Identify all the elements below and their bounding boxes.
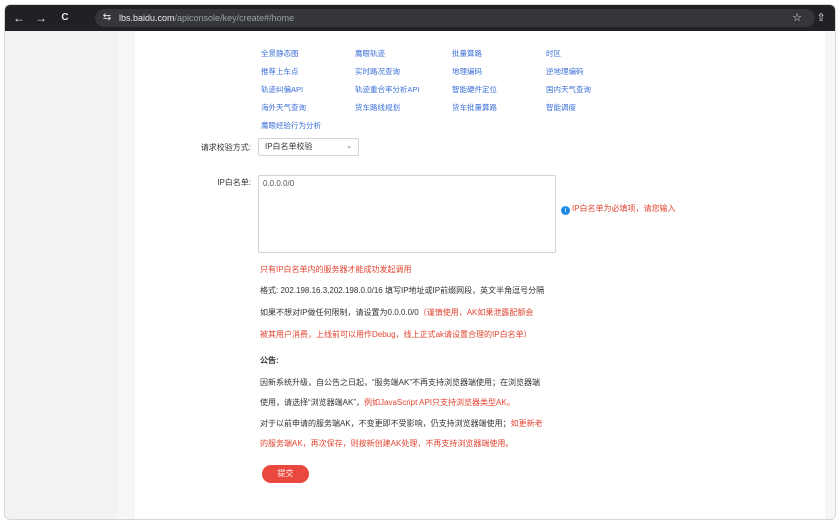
service-link[interactable]: 智能调度 — [546, 102, 576, 113]
site-settings-icon[interactable]: ⇆ — [99, 9, 115, 27]
service-link[interactable]: 逆地理编码 — [546, 66, 584, 77]
service-link[interactable]: 鹰眼经验行为分析 — [261, 120, 321, 131]
notice-line-4: 的服务端AK，再次保存，则按新创建AK处理，不再支持浏览器端使用。 — [260, 439, 514, 448]
forward-arrow-icon[interactable]: → — [33, 10, 49, 26]
service-link[interactable]: 轨迹纠偏API — [261, 84, 303, 95]
notice-line-1: 因新系统升级，自公告之日起，“服务端AK”不再支持浏览器端使用；在浏览器端 — [260, 378, 540, 387]
service-link[interactable]: 轨迹重合率分析API — [355, 84, 420, 95]
no-restrict-warning-cont: 被其用户消费，上线前可以用作Debug，线上正式ak请设置合理的IP白名单） — [260, 330, 532, 339]
verify-method-label: 请求校验方式: — [200, 143, 251, 152]
back-arrow-icon[interactable]: ← — [11, 10, 27, 26]
browser-toolbar: ← → C ⇆ lbs.baidu.com/apiconsole/key/cre… — [5, 5, 835, 31]
service-link[interactable]: 鹰眼轨迹 — [355, 48, 385, 59]
notice-line-2-a: 使用，请选择“浏览器端AK”， — [260, 398, 364, 407]
chevron-down-icon: ⌄ — [346, 143, 352, 150]
url-host: lbs.baidu.com — [119, 13, 175, 23]
no-restrict-warning: （谨慎使用，AK如果泄露配额会 — [418, 308, 534, 317]
notice-title: 公告: — [260, 356, 279, 365]
verify-method-select[interactable]: IP白名单校验 ⌄ — [258, 138, 359, 156]
service-link[interactable]: 批量算路 — [452, 48, 482, 59]
notice-line-3: 对于以前申请的服务端AK，不变更即不受影响，仍支持浏览器端使用；如更新老 — [260, 418, 543, 429]
url-text[interactable]: lbs.baidu.com/apiconsole/key/create#/hom… — [119, 9, 294, 27]
format-note: 格式: 202.198.16.3,202.198.0.0/16 填写IP地址或I… — [260, 286, 545, 295]
service-link[interactable]: 国内天气查询 — [546, 84, 591, 95]
notice-line-3-a: 对于以前申请的服务端AK，不变更即不受影响，仍支持浏览器端使用； — [260, 419, 511, 428]
required-hint: i IP白名单为必填项，请您输入 — [561, 203, 676, 215]
whitelist-only-note: 只有IP白名单内的服务器才能成功发起调用 — [260, 265, 412, 274]
service-link[interactable]: 地理编码 — [452, 66, 482, 77]
browser-window: ← → C ⇆ lbs.baidu.com/apiconsole/key/cre… — [4, 4, 836, 520]
service-link[interactable]: 货车路线规划 — [355, 102, 400, 113]
service-link[interactable]: 实时路况查询 — [355, 66, 400, 77]
ip-whitelist-label: IP白名单: — [217, 178, 251, 187]
reload-icon[interactable]: C — [57, 10, 73, 26]
submit-button[interactable]: 提交 — [262, 465, 309, 483]
service-link[interactable]: 推荐上车点 — [261, 66, 299, 77]
notice-line-3-b: 如更新老 — [510, 419, 543, 428]
no-restrict-text: 如果不想对IP做任何限制，请设置为0.0.0.0/0 — [260, 308, 419, 317]
info-icon: i — [561, 206, 570, 215]
bookmark-star-icon[interactable]: ☆ — [789, 10, 805, 26]
service-link[interactable]: 货车批量算路 — [452, 102, 497, 113]
url-path: /apiconsole/key/create#/home — [174, 13, 295, 23]
ip-whitelist-textarea[interactable]: 0.0.0.0/0 — [258, 175, 556, 253]
service-link[interactable]: 全景静态图 — [261, 48, 299, 59]
notice-line-2: 使用，请选择“浏览器端AK”，例如JavaScript API只支持浏览器类型A… — [260, 397, 515, 408]
required-hint-text: IP白名单为必填项，请您输入 — [572, 204, 676, 213]
service-link[interactable]: 时区 — [546, 48, 561, 59]
verify-method-value: IP白名单校验 — [265, 142, 313, 151]
service-link[interactable]: 海外天气查询 — [261, 102, 306, 113]
service-link[interactable]: 智能硬件定位 — [452, 84, 497, 95]
notice-line-2-b: 例如JavaScript API只支持浏览器类型AK。 — [364, 398, 515, 407]
ip-whitelist-value: 0.0.0.0/0 — [263, 179, 295, 188]
no-restrict-note: 如果不想对IP做任何限制，请设置为0.0.0.0/0（谨慎使用，AK如果泄露配额… — [260, 307, 533, 318]
extension-icon[interactable]: ⇧ — [813, 10, 829, 26]
